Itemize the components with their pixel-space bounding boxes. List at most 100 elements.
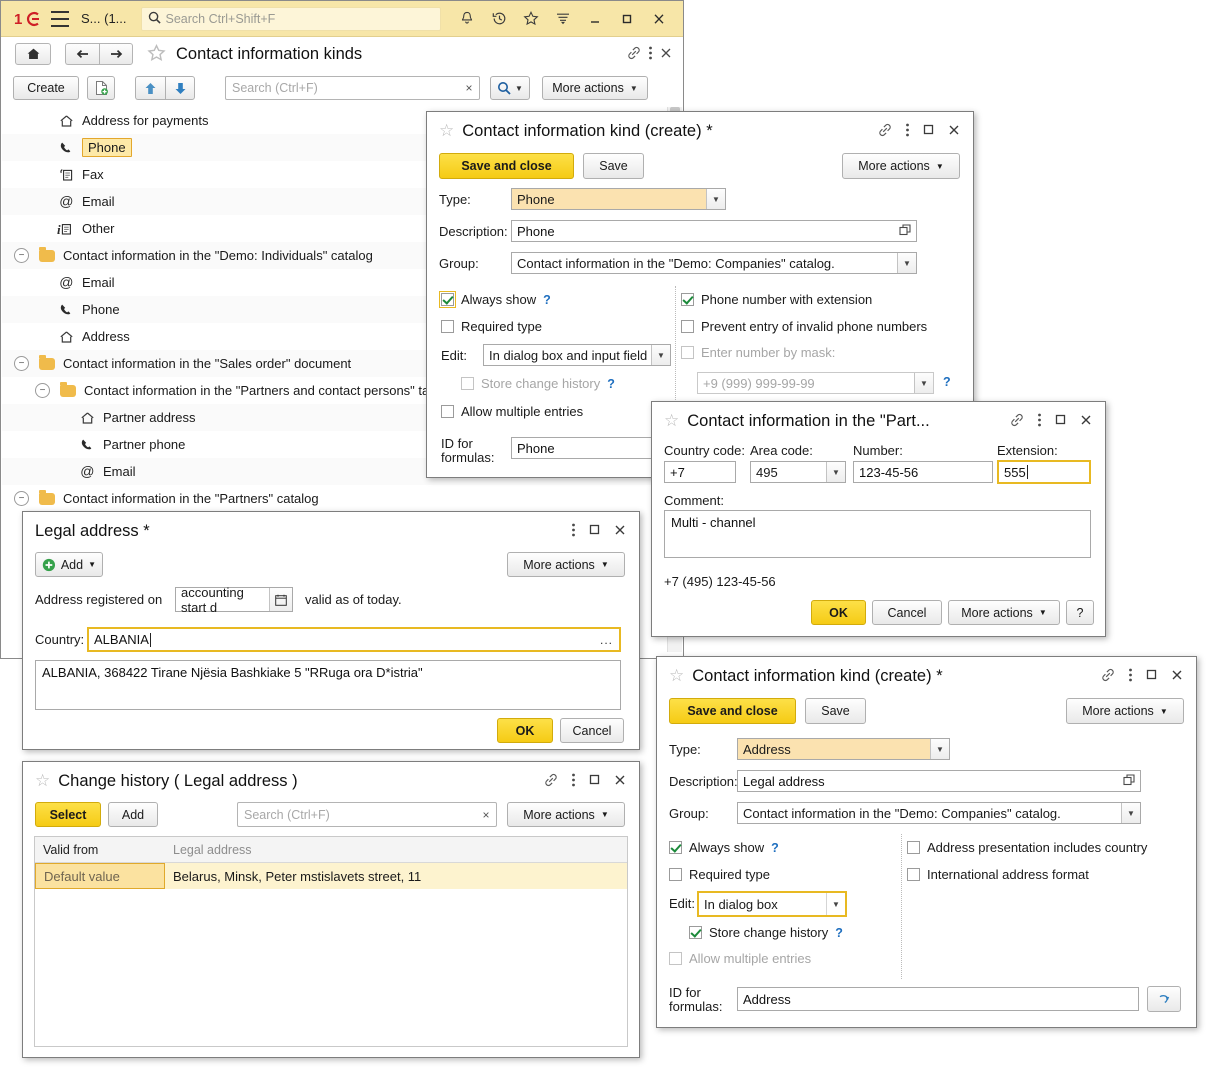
more-actions-button[interactable]: More actions ▼ xyxy=(507,802,625,827)
help-icon[interactable]: ? xyxy=(835,926,843,940)
calendar-icon[interactable] xyxy=(269,588,292,611)
maximize-icon[interactable] xyxy=(611,4,643,34)
history-table[interactable]: Valid from Legal address Default value Be… xyxy=(34,836,628,1047)
chevron-down-icon[interactable]: ▼ xyxy=(1121,803,1140,823)
home-button[interactable] xyxy=(15,43,51,65)
ok-button[interactable]: OK xyxy=(497,718,553,743)
country-input[interactable]: ALBANIA ... xyxy=(87,627,621,652)
add-button[interactable]: Add xyxy=(108,802,158,827)
maximize-icon[interactable] xyxy=(588,773,601,789)
more-actions-button[interactable]: More actions ▼ xyxy=(507,552,625,577)
type-select[interactable]: Address ▼ xyxy=(737,738,950,760)
favorite-star-icon[interactable]: ☆ xyxy=(35,771,50,791)
store-change-history-row[interactable]: Store change history ? xyxy=(689,925,843,940)
link-icon[interactable] xyxy=(626,45,642,64)
chevron-down-icon[interactable]: ▼ xyxy=(826,893,845,915)
store-change-history-checkbox[interactable] xyxy=(689,926,702,939)
extension-input[interactable]: 555 xyxy=(997,460,1091,484)
minimize-icon[interactable] xyxy=(579,4,611,34)
close-icon[interactable] xyxy=(1079,413,1093,430)
chevron-down-icon[interactable]: ▼ xyxy=(897,253,916,273)
always-show-checkbox[interactable] xyxy=(439,291,456,308)
type-select[interactable]: Phone ▼ xyxy=(511,188,726,210)
back-button[interactable] xyxy=(65,43,99,65)
search-clear-button[interactable]: × xyxy=(476,808,496,822)
chevron-down-icon[interactable]: ▼ xyxy=(651,345,670,365)
move-down-button[interactable] xyxy=(165,76,195,100)
registered-date-input[interactable]: accounting start d xyxy=(175,585,293,615)
tree-row[interactable]: − Contact information in the "Partners" c… xyxy=(2,485,667,512)
favorite-star-icon[interactable] xyxy=(147,43,166,65)
save-button[interactable]: Save xyxy=(805,698,866,724)
close-icon[interactable] xyxy=(613,773,627,790)
always-show-row[interactable]: Always show ? xyxy=(669,840,779,855)
more-actions-button[interactable]: More actions ▼ xyxy=(1066,698,1184,724)
maximize-icon[interactable] xyxy=(1145,668,1158,684)
required-type-row[interactable]: Required type xyxy=(669,867,770,882)
international-format-checkbox[interactable] xyxy=(907,868,920,881)
country-code-input[interactable]: +7 xyxy=(664,461,736,483)
close-page-icon[interactable] xyxy=(659,46,673,63)
more-icon[interactable] xyxy=(905,122,910,141)
maximize-icon[interactable] xyxy=(1054,413,1067,429)
close-icon[interactable] xyxy=(643,4,675,34)
international-format-row[interactable]: International address format xyxy=(907,867,1089,882)
help-icon[interactable]: ? xyxy=(607,377,615,391)
phone-with-extension-row[interactable]: Phone number with extension xyxy=(681,292,872,307)
phone-with-extension-checkbox[interactable] xyxy=(681,293,694,306)
link-icon[interactable] xyxy=(543,772,559,791)
open-icon[interactable] xyxy=(1123,774,1136,790)
more-icon[interactable] xyxy=(1037,412,1042,431)
number-input[interactable]: 123-45-56 xyxy=(853,461,993,483)
ok-button[interactable]: OK xyxy=(811,600,866,625)
cancel-button[interactable]: Cancel xyxy=(872,600,942,625)
global-search-input[interactable]: Search Ctrl+Shift+F xyxy=(140,6,441,31)
new-group-button[interactable] xyxy=(87,76,115,100)
allow-multiple-entries-checkbox[interactable] xyxy=(441,405,454,418)
help-button[interactable]: ? xyxy=(1066,600,1094,625)
move-up-button[interactable] xyxy=(135,76,165,100)
area-code-select[interactable]: 495 ▼ xyxy=(750,461,846,483)
more-icon[interactable] xyxy=(571,772,576,791)
chevron-down-icon[interactable]: ▼ xyxy=(826,462,845,482)
maximize-icon[interactable] xyxy=(922,123,935,139)
more-icon[interactable] xyxy=(648,45,653,64)
1c-logo-icon[interactable]: 1 xyxy=(13,9,41,29)
favorite-star-icon[interactable]: ☆ xyxy=(669,666,684,686)
tree-expander-icon[interactable]: − xyxy=(14,491,29,506)
more-actions-button[interactable]: More actions ▼ xyxy=(842,153,960,179)
more-actions-button[interactable]: More actions ▼ xyxy=(948,600,1060,625)
prevent-invalid-row[interactable]: Prevent entry of invalid phone numbers xyxy=(681,319,927,334)
tree-expander-icon[interactable]: − xyxy=(14,356,29,371)
table-row[interactable]: Default value Belarus, Minsk, Peter mstis… xyxy=(35,863,627,889)
id-for-formulas-input[interactable]: Address xyxy=(737,987,1139,1011)
required-type-checkbox[interactable] xyxy=(441,320,454,333)
list-search-input[interactable]: Search (Ctrl+F) × xyxy=(225,76,480,100)
fill-id-button[interactable] xyxy=(1147,986,1181,1012)
presentation-includes-country-checkbox[interactable] xyxy=(907,841,920,854)
add-button[interactable]: Add ▼ xyxy=(35,552,103,577)
bell-icon[interactable] xyxy=(451,4,483,34)
tree-expander-icon[interactable]: − xyxy=(14,248,29,263)
edit-select[interactable]: In dialog box ▼ xyxy=(697,891,847,917)
find-button[interactable]: ▼ xyxy=(490,76,530,100)
description-input[interactable]: Legal address xyxy=(737,770,1141,792)
required-type-checkbox[interactable] xyxy=(669,868,682,881)
more-icon[interactable] xyxy=(571,522,576,541)
allow-multiple-entries-row[interactable]: Allow multiple entries xyxy=(441,404,583,419)
more-actions-button[interactable]: More actions ▼ xyxy=(542,76,648,100)
close-icon[interactable] xyxy=(1170,668,1184,685)
always-show-checkbox[interactable] xyxy=(669,841,682,854)
comment-textarea[interactable]: Multi - channel xyxy=(664,510,1091,558)
select-ellipsis-button[interactable]: ... xyxy=(600,633,613,647)
edit-select[interactable]: In dialog box and input field ▼ xyxy=(483,344,671,366)
help-icon[interactable]: ? xyxy=(543,293,551,307)
help-icon[interactable]: ? xyxy=(771,841,779,855)
select-button[interactable]: Select xyxy=(35,802,101,827)
tree-expander-icon[interactable]: − xyxy=(35,383,50,398)
more-icon[interactable] xyxy=(1128,667,1133,686)
address-presentation-textarea[interactable]: ALBANIA, 368422 Tirane Njësia Bashkiake … xyxy=(35,660,621,710)
always-show-row[interactable]: Always show ? xyxy=(439,291,551,308)
required-type-row[interactable]: Required type xyxy=(441,319,542,334)
group-select[interactable]: Contact information in the "Demo: Compan… xyxy=(737,802,1141,824)
